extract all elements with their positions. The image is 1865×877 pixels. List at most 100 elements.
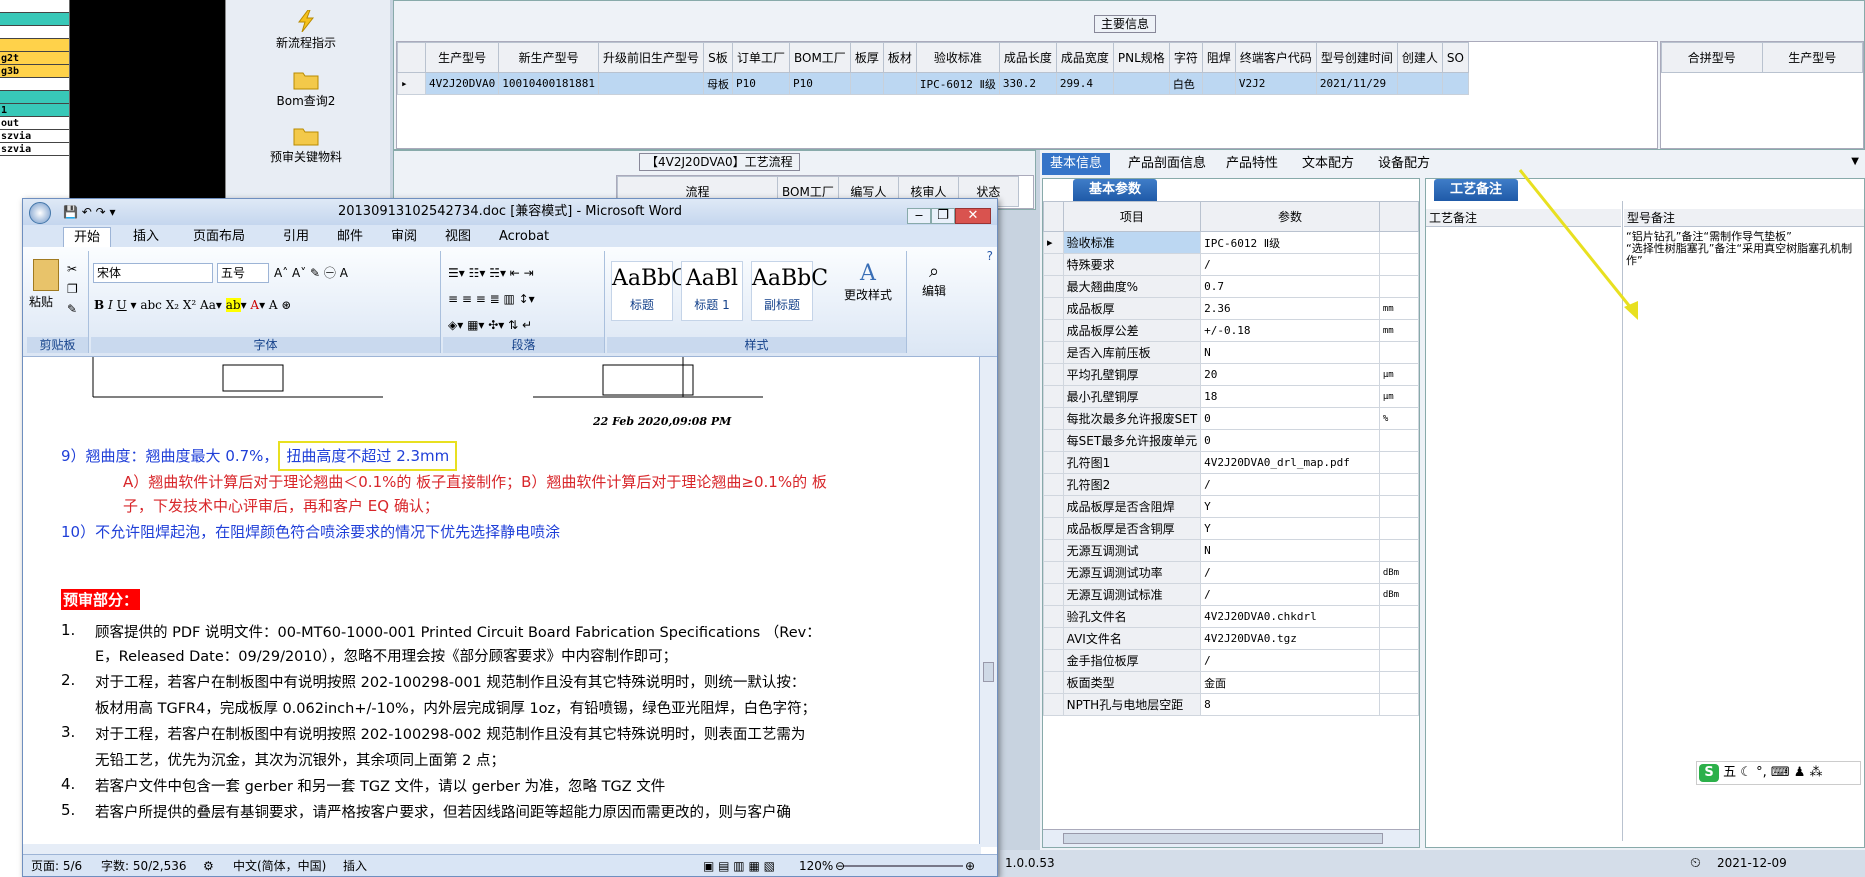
table-row[interactable]: 特殊要求 /	[1043, 253, 1419, 276]
column-header[interactable]: 合拼型号	[1661, 42, 1763, 73]
table-cell[interactable]	[597, 72, 704, 95]
left-strip-item[interactable]	[0, 13, 69, 26]
param-value[interactable]: Y	[1200, 517, 1380, 540]
column-header[interactable]: 订单工厂	[731, 42, 790, 73]
table-cell[interactable]: P10	[731, 72, 790, 95]
param-value[interactable]: N	[1200, 341, 1380, 364]
tab-basic-params[interactable]: 基本参数	[1073, 179, 1158, 201]
table-row[interactable]: NPTH孔与电地层空距 8	[1043, 693, 1419, 716]
ribbon-tab-3[interactable]: 引用	[273, 227, 319, 247]
param-value[interactable]: 20	[1200, 363, 1380, 386]
help-icon[interactable]: ?	[987, 249, 993, 263]
left-strip-item[interactable]: szvia	[0, 143, 69, 156]
param-value[interactable]: 8	[1200, 693, 1380, 716]
table-row[interactable]: 无源互调测试标准 / dBm	[1043, 583, 1419, 606]
view-buttons[interactable]: ▣ ▤ ▥ ▦ ▧	[703, 855, 775, 877]
ribbon-tab-5[interactable]: 审阅	[381, 227, 427, 247]
column-header[interactable]: 成品长度	[998, 42, 1057, 73]
param-value[interactable]: IPC-6012 Ⅱ级	[1200, 231, 1380, 254]
column-header[interactable]: SO	[1441, 42, 1469, 73]
column-header[interactable]: 字符	[1168, 42, 1203, 73]
table-row[interactable]: 平均孔壁铜厚 20 μm	[1043, 363, 1419, 386]
shading-buttons[interactable]: ◈▾ ▦▾ ✣▾ ⇅ ↵	[447, 315, 597, 335]
language-indicator[interactable]: 中文(简体，中国)	[233, 855, 326, 877]
column-header[interactable]: 生产型号	[1761, 42, 1863, 73]
param-value[interactable]: 0.7	[1200, 275, 1380, 298]
table-cell[interactable]	[1396, 72, 1443, 95]
table-cell[interactable]: P10	[788, 72, 851, 95]
left-strip-item[interactable]	[0, 39, 69, 52]
ribbon-tab-7[interactable]: Acrobat	[489, 227, 559, 247]
table-row[interactable]: 板面类型 金面	[1043, 671, 1419, 694]
sidebar-item-new-flow[interactable]: 新流程指示	[246, 10, 366, 51]
param-value[interactable]: /	[1200, 561, 1380, 584]
param-value[interactable]: 金面	[1200, 671, 1380, 694]
column-header[interactable]: 验收标准	[915, 42, 1000, 73]
font-format-buttons[interactable]: B I U ▾ abc X₂ X² Aa▾ ab▾ A▾ A ⊛	[93, 295, 433, 315]
tab-detail-4[interactable]: 设备配方	[1370, 153, 1438, 175]
align-buttons[interactable]: ≡ ≡ ≡ ≣ ▥ ↕▾	[447, 289, 597, 309]
column-header[interactable]: 新生产型号	[498, 42, 599, 73]
font-size-buttons[interactable]: A˄ A˅ ✎ ㊀ A	[273, 263, 433, 283]
left-strip-item[interactable]	[0, 0, 69, 13]
table-cell[interactable]	[1201, 72, 1236, 95]
style-option[interactable]: AaBbC 标题	[611, 261, 688, 321]
column-header[interactable]: BOM工厂	[788, 42, 851, 73]
table-row[interactable]: 孔符图1 4V2J20DVA0_drl_map.pdf	[1043, 451, 1419, 474]
table-row[interactable]: 是否入库前压板 N	[1043, 341, 1419, 364]
table-row[interactable]: 成品板厚是否含阻焊 Y	[1043, 495, 1419, 518]
vertical-scrollbar[interactable]	[979, 357, 997, 847]
zoom-slider[interactable]	[843, 865, 963, 867]
tab-detail-2[interactable]: 产品特性	[1218, 153, 1286, 175]
left-strip-item[interactable]	[0, 78, 69, 91]
page-indicator[interactable]: 页面: 5/6	[31, 855, 82, 877]
table-row[interactable]: 成品板厚 2.36 mm	[1043, 297, 1419, 320]
close-icon[interactable]: ✕	[955, 208, 991, 224]
left-strip-item[interactable]: g2t	[0, 52, 69, 65]
paste-icon[interactable]	[33, 259, 59, 291]
style-option[interactable]: AaBl 标题 1	[681, 261, 743, 321]
column-header[interactable]: 创建人	[1396, 42, 1443, 73]
cut-copy-icons[interactable]: ✂ ❐ ✎	[67, 259, 78, 319]
tab-dropdown-icon[interactable]: ▼	[1851, 156, 1859, 167]
table-cell[interactable]: 2021/11/29	[1315, 72, 1398, 95]
table-row[interactable]: 每SET最多允许报废单元 0	[1043, 429, 1419, 452]
table-row[interactable]: AVI文件名 4V2J20DVA0.tgz	[1043, 627, 1419, 650]
model-note-text[interactable]: “铝片钻孔”备注“需制作导气垫板” “选择性树脂塞孔”备注“采用真空树脂塞孔机制…	[1626, 231, 1862, 267]
param-value[interactable]: 0	[1200, 429, 1380, 452]
param-value[interactable]: /	[1200, 253, 1380, 276]
font-size-select[interactable]: 五号	[217, 263, 269, 283]
column-header[interactable]: 阻焊	[1201, 42, 1236, 73]
tab-detail-1[interactable]: 产品剖面信息	[1120, 153, 1214, 175]
table-row[interactable]: 金手指位板厚 /	[1043, 649, 1419, 672]
param-value[interactable]: +/-0.18	[1200, 319, 1380, 342]
ribbon-tab-4[interactable]: 邮件	[327, 227, 373, 247]
table-row[interactable]: 最小孔壁铜厚 18 μm	[1043, 385, 1419, 408]
column-header[interactable]: 生产型号	[424, 42, 500, 73]
column-header[interactable]: 板材	[882, 42, 917, 73]
insert-mode[interactable]: 插入	[343, 855, 367, 877]
office-button-icon[interactable]	[29, 202, 51, 224]
table-row[interactable]: 成品板厚公差 +/-0.18 mm	[1043, 319, 1419, 342]
table-cell[interactable]	[849, 72, 884, 95]
table-cell[interactable]: V2J2	[1234, 72, 1317, 95]
sidebar-item-key-material[interactable]: 预审关键物料	[246, 124, 366, 165]
edit-button[interactable]: ⌕ 编辑	[915, 261, 953, 299]
left-strip-item[interactable]	[0, 26, 69, 39]
param-value[interactable]: 18	[1200, 385, 1380, 408]
table-row[interactable]: 最大翘曲度% 0.7	[1043, 275, 1419, 298]
ime-toolbar[interactable]: S 五 ☾ °, ⌨ ♟ ⁂	[1696, 761, 1861, 785]
tab-detail-3[interactable]: 文本配方	[1294, 153, 1362, 175]
column-header[interactable]: 成品宽度	[1055, 42, 1114, 73]
table-row[interactable]: 无源互调测试功率 / dBm	[1043, 561, 1419, 584]
table-row[interactable]: 孔符图2/	[1043, 473, 1419, 496]
column-header[interactable]: PNL规格	[1112, 42, 1170, 73]
param-value[interactable]: Y	[1200, 495, 1380, 518]
table-cell[interactable]: 330.2	[998, 72, 1057, 95]
style-option[interactable]: AaBbC 副标题	[751, 261, 828, 321]
paste-label[interactable]: 粘贴	[29, 293, 53, 310]
restore-icon[interactable]: ❐	[931, 208, 955, 224]
ribbon-tab-2[interactable]: 页面布局	[183, 227, 255, 247]
table-cell[interactable]: IPC-6012 Ⅱ级	[915, 72, 1000, 95]
column-header[interactable]: 终端客户代码	[1234, 42, 1317, 73]
